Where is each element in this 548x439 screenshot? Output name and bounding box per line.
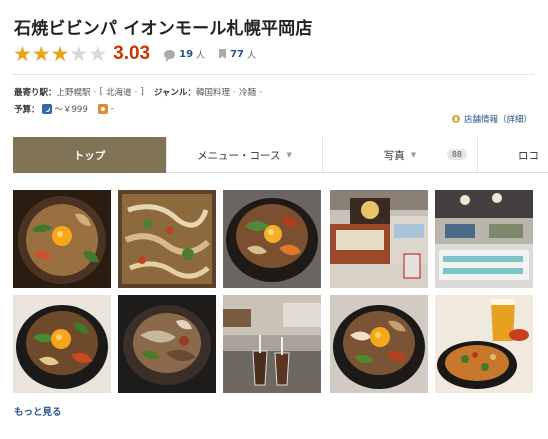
dinner-moon-icon — [41, 104, 52, 114]
bookmark-count: 77 — [230, 48, 244, 60]
beer-pancake-image — [435, 295, 533, 393]
bookmark-count-link[interactable]: 77 人 — [219, 48, 256, 61]
bibimbap-mixed-image — [118, 190, 216, 288]
bookmark-icon — [219, 49, 227, 59]
store-info-label: 店舗情報（詳細） — [463, 115, 532, 125]
area-link[interactable]: 北海道 — [106, 86, 132, 98]
info-icon — [451, 115, 460, 123]
lunch-budget: - — [110, 104, 114, 114]
tab-bar: トップ メニュー・コース ▼ 写真 ▼ 88 ロコ — [13, 137, 548, 173]
store-info-link[interactable]: 店舗情報（詳細） — [451, 113, 532, 125]
star-empty-icon: ★ — [69, 41, 89, 66]
budget-label: 予算： — [14, 105, 40, 115]
bracket-close: ] — [140, 87, 144, 97]
bibimbap-meat-image — [118, 295, 216, 393]
bibimbap-egg-3-image — [330, 295, 428, 393]
photo-thumbnail[interactable] — [223, 190, 321, 288]
separator: - — [93, 87, 97, 97]
photo-thumbnail[interactable] — [435, 190, 533, 288]
photo-thumbnail[interactable] — [435, 295, 533, 393]
info-row-budget: 予算： ～￥999 - — [14, 103, 114, 115]
review-unit: 人 — [196, 50, 206, 61]
review-count-link[interactable]: 19 人 — [164, 48, 206, 62]
photo-thumbnail[interactable] — [118, 295, 216, 393]
photo-thumbnail[interactable] — [118, 190, 216, 288]
tab-label: ロコ — [518, 149, 539, 162]
bibimbap-egg-2-image — [13, 295, 111, 393]
photo-count-badge: 88 — [446, 149, 467, 160]
page-title: 石焼ビビンパ イオンモール札幌平岡店 — [14, 19, 313, 39]
star-rating: ★ ★ ★ ★ ★ — [13, 41, 108, 66]
tab-label: 写真 — [383, 149, 405, 162]
star-icon: ★ — [31, 41, 51, 66]
rating-row: ★ ★ ★ ★ ★ 3.03 19 人 77 人 — [13, 42, 270, 66]
photo-thumbnail[interactable] — [13, 295, 111, 393]
food-court-image — [435, 190, 533, 288]
bookmark-unit: 人 — [246, 50, 256, 61]
comment-icon — [164, 49, 176, 62]
photo-thumbnail[interactable] — [330, 295, 428, 393]
star-icon: ★ — [50, 41, 70, 66]
genre-link-korean[interactable]: 韓国料理 — [196, 86, 230, 98]
separator: - — [259, 87, 263, 97]
dinner-budget: ～￥999 — [54, 105, 88, 115]
photo-thumbnail[interactable] — [13, 190, 111, 288]
tab-label: メニュー・コース — [197, 149, 281, 162]
separator: - — [232, 87, 237, 97]
photo-thumbnail[interactable] — [330, 190, 428, 288]
info-row-station-genre: 最寄り駅： 上野幌駅 - [ 北海道 - ] ジャンル： 韓国料理 - 冷麺 - — [14, 86, 265, 98]
bracket-open: [ — [99, 87, 103, 97]
divider — [13, 74, 534, 75]
restaurant-exterior-image — [330, 190, 428, 288]
more-photos-link[interactable]: もっと見る — [14, 404, 62, 418]
star-empty-icon: ★ — [88, 41, 108, 66]
station-link[interactable]: 上野幌駅 — [57, 86, 91, 98]
lunch-sun-icon — [97, 104, 108, 114]
rating-score: 3.03 — [113, 43, 151, 64]
station-label: 最寄り駅： — [14, 88, 57, 98]
bibimbap-egg-image — [13, 190, 111, 288]
separator: - — [134, 87, 138, 97]
genre-link-reimen[interactable]: 冷麺 — [239, 86, 256, 98]
tab-photos[interactable]: 写真 ▼ 88 — [323, 137, 478, 173]
tab-label: トップ — [73, 149, 106, 162]
chevron-down-icon: ▼ — [286, 151, 292, 159]
star-icon: ★ — [13, 41, 32, 66]
review-count: 19 — [179, 48, 194, 60]
chevron-down-icon: ▼ — [410, 151, 417, 159]
bibimbap-bowl-image — [223, 190, 321, 288]
iced-coffee-image — [223, 295, 321, 393]
tab-top[interactable]: トップ — [13, 137, 167, 173]
genre-label: ジャンル： — [153, 88, 196, 98]
photo-thumbnail[interactable] — [223, 295, 321, 393]
tab-kuchikomi[interactable]: ロコ — [478, 137, 548, 173]
tab-menu-course[interactable]: メニュー・コース ▼ — [167, 137, 323, 173]
